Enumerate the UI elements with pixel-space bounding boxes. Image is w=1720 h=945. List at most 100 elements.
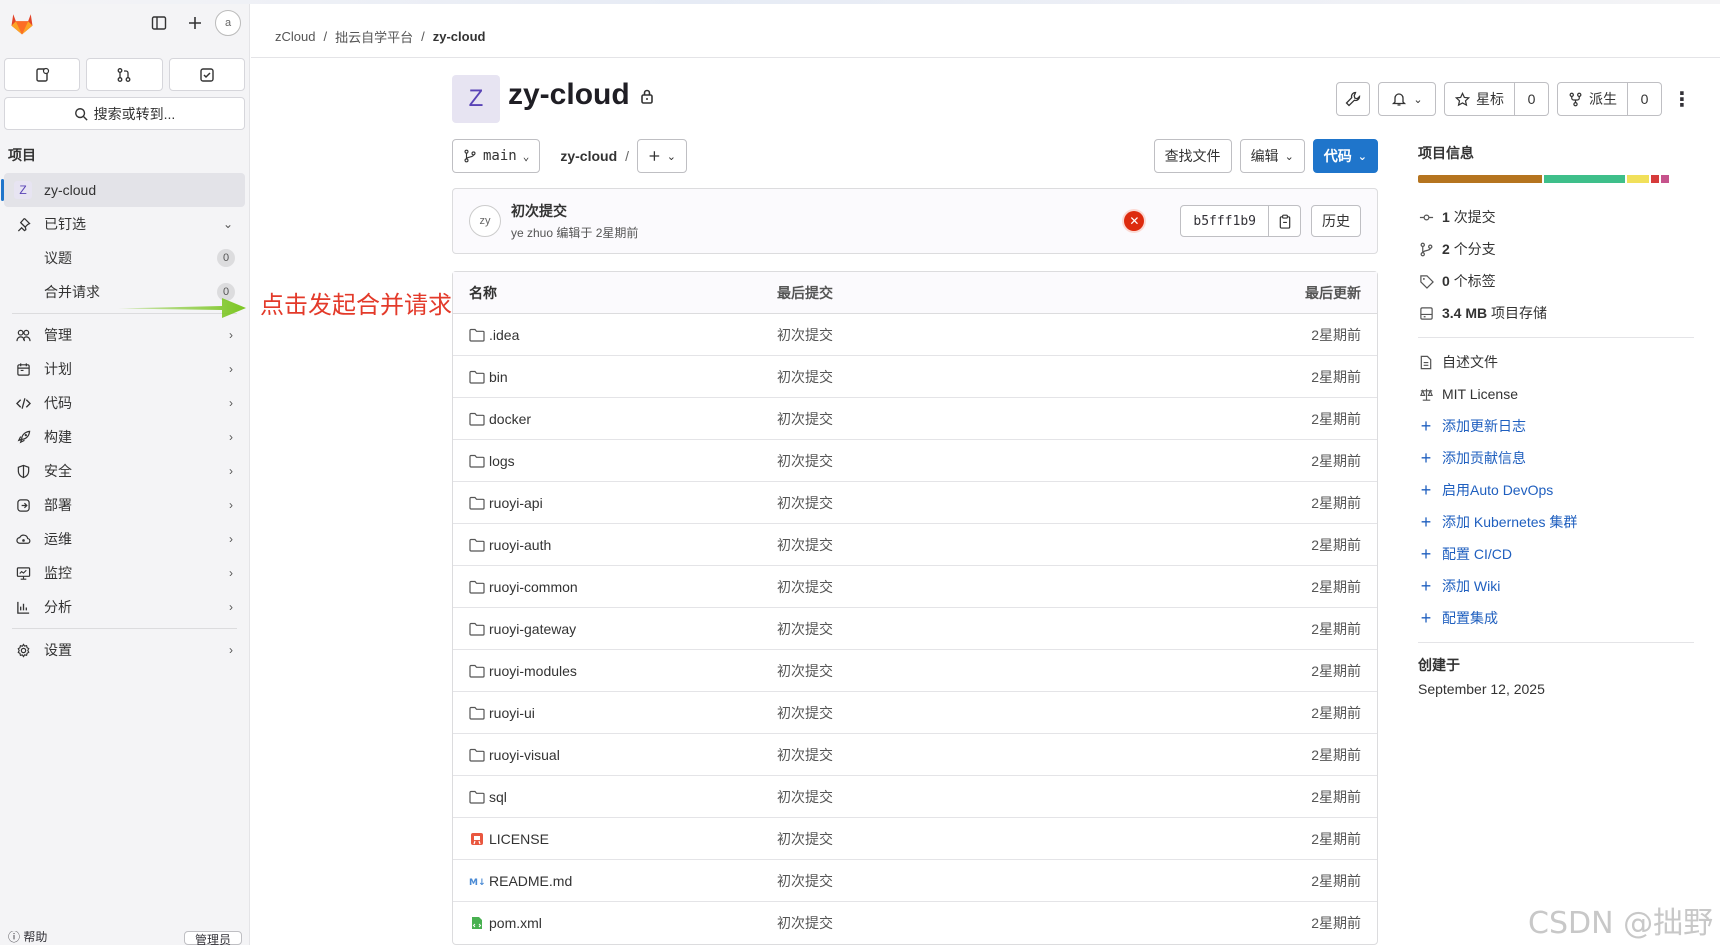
last-commit-link[interactable]: 初次提交 [777,493,1221,513]
tags-stat[interactable]: 0 个标签 [1418,265,1694,297]
gitlab-logo-icon[interactable] [8,9,36,37]
file-name-link[interactable]: README.md [489,873,572,889]
file-name-link[interactable]: ruoyi-ui [489,705,535,721]
configure-integrations-link[interactable]: + 配置集成 [1418,602,1694,634]
sidebar-item-monitor[interactable]: 监控 › [4,556,245,590]
fork-button[interactable]: 派生 [1557,82,1628,116]
language-bar-segment[interactable] [1418,175,1542,183]
language-bar-segment[interactable] [1661,175,1669,183]
issues-shortcut-button[interactable] [4,58,81,91]
last-commit-link[interactable]: 初次提交 [777,745,1221,765]
readme-link[interactable]: 自述文件 [1418,346,1694,378]
breadcrumb-item[interactable]: 拙云自学平台 [335,27,413,46]
find-file-button[interactable]: 查找文件 [1153,139,1232,173]
add-changelog-link[interactable]: + 添加更新日志 [1418,410,1694,442]
language-bar-segment[interactable] [1627,175,1649,183]
branch-selector[interactable]: main ⌄ [452,139,541,173]
last-commit-link[interactable]: 初次提交 [777,871,1221,891]
file-name-link[interactable]: pom.xml [489,915,542,931]
star-button[interactable]: 星标 [1444,82,1515,116]
sidebar-item-code[interactable]: 代码 › [4,386,245,420]
language-bar-segment[interactable] [1651,175,1659,183]
add-wiki-link[interactable]: + 添加 Wiki [1418,570,1694,602]
file-name-link[interactable]: ruoyi-gateway [489,621,576,637]
admin-button[interactable]: 管理员 [183,931,242,945]
sidebar-item-operate[interactable]: 运维 › [4,522,245,556]
file-name-link[interactable]: docker [489,411,531,427]
commit-author-avatar[interactable]: zy [469,205,501,237]
merge-requests-shortcut-button[interactable] [86,58,163,91]
sidebar-item-pinned[interactable]: 已钉选 ⌄ [4,207,245,241]
tag-icon [1418,274,1434,289]
sidebar-item-label: 议题 [44,250,72,266]
file-name-link[interactable]: sql [489,789,507,805]
commit-title[interactable]: 初次提交 [511,201,638,221]
star-count[interactable]: 0 [1515,82,1549,116]
copy-sha-button[interactable] [1269,205,1301,237]
edit-dropdown-button[interactable]: 编辑 ⌄ [1239,139,1305,173]
user-avatar[interactable]: a [215,10,241,36]
folder-icon [469,454,485,468]
commits-stat[interactable]: 1 次提交 [1418,201,1694,233]
last-commit-link[interactable]: 初次提交 [777,325,1221,345]
sidebar-item-security[interactable]: 安全 › [4,454,245,488]
sidebar-item-manage[interactable]: 管理 › [4,318,245,352]
sidebar-search-button[interactable]: 搜索或转到... [4,97,245,130]
last-commit-link[interactable]: 初次提交 [777,367,1221,387]
add-contributing-link[interactable]: + 添加贡献信息 [1418,442,1694,474]
commits-count: 1 [1442,209,1450,225]
language-bar-segment[interactable] [1544,175,1625,183]
file-name-link[interactable]: ruoyi-common [489,579,578,595]
create-new-icon[interactable] [181,9,209,37]
last-commit-link[interactable]: 初次提交 [777,535,1221,555]
commit-sha[interactable]: b5fff1b9 [1180,205,1269,237]
more-actions-icon[interactable]: ⋮ [1670,82,1694,116]
created-date: September 12, 2025 [1418,681,1545,697]
storage-stat[interactable]: 3.4 MB 项目存储 [1418,297,1694,329]
last-commit-link[interactable]: 初次提交 [777,829,1221,849]
fork-count[interactable]: 0 [1628,82,1662,116]
file-name-link[interactable]: ruoyi-modules [489,663,577,679]
sidebar-item-issues[interactable]: 议题 0 [4,241,245,275]
last-commit-link[interactable]: 初次提交 [777,619,1221,639]
language-bar[interactable] [1418,175,1694,183]
repo-path[interactable]: zy-cloud [560,148,617,164]
code-dropdown-button[interactable]: 代码 ⌄ [1312,139,1378,173]
sidebar-item-analyze[interactable]: 分析 › [4,590,245,624]
breadcrumb-item[interactable]: zCloud [275,29,315,44]
last-commit-link[interactable]: 初次提交 [777,409,1221,429]
license-link[interactable]: MIT License [1418,378,1694,410]
file-name-link[interactable]: LICENSE [489,831,549,847]
sidebar-item-plan[interactable]: 计划 › [4,352,245,386]
add-kubernetes-cluster-link[interactable]: + 添加 Kubernetes 集群 [1418,506,1694,538]
file-name-link[interactable]: ruoyi-api [489,495,543,511]
notification-button[interactable]: ⌄ [1378,82,1436,116]
sidebar-toggle-icon[interactable] [145,9,173,37]
last-commit-link[interactable]: 初次提交 [777,451,1221,471]
file-name-link[interactable]: bin [489,369,508,385]
last-commit-link[interactable]: 初次提交 [777,661,1221,681]
last-commit-link[interactable]: 初次提交 [777,913,1221,933]
link-label: 配置集成 [1442,610,1498,626]
sidebar-item-deploy[interactable]: 部署 › [4,488,245,522]
breadcrumb-current[interactable]: zy-cloud [433,29,486,44]
last-commit-link[interactable]: 初次提交 [777,787,1221,807]
pipeline-failed-icon[interactable]: ✕ [1124,211,1145,231]
sidebar-item-project[interactable]: Z zy-cloud [1,173,245,207]
admin-settings-button[interactable] [1336,82,1370,116]
branches-stat[interactable]: 2 个分支 [1418,233,1694,265]
file-name-link[interactable]: .idea [489,327,519,343]
last-commit-link[interactable]: 初次提交 [777,703,1221,723]
file-name-link[interactable]: logs [489,453,515,469]
file-name-link[interactable]: ruoyi-visual [489,747,560,763]
sidebar-item-settings[interactable]: 设置 › [4,633,245,667]
sidebar-item-build[interactable]: 构建 › [4,420,245,454]
add-to-tree-button[interactable]: ⌄ [637,139,688,173]
enable-auto-devops-link[interactable]: + 启用Auto DevOps [1418,474,1694,506]
history-button[interactable]: 历史 [1311,205,1361,237]
help-link[interactable]: ⓘ 帮助 [8,931,47,945]
last-commit-link[interactable]: 初次提交 [777,577,1221,597]
todo-shortcut-button[interactable] [168,58,245,91]
file-name-link[interactable]: ruoyi-auth [489,537,551,553]
configure-ci-cd-link[interactable]: + 配置 CI/CD [1418,538,1694,570]
